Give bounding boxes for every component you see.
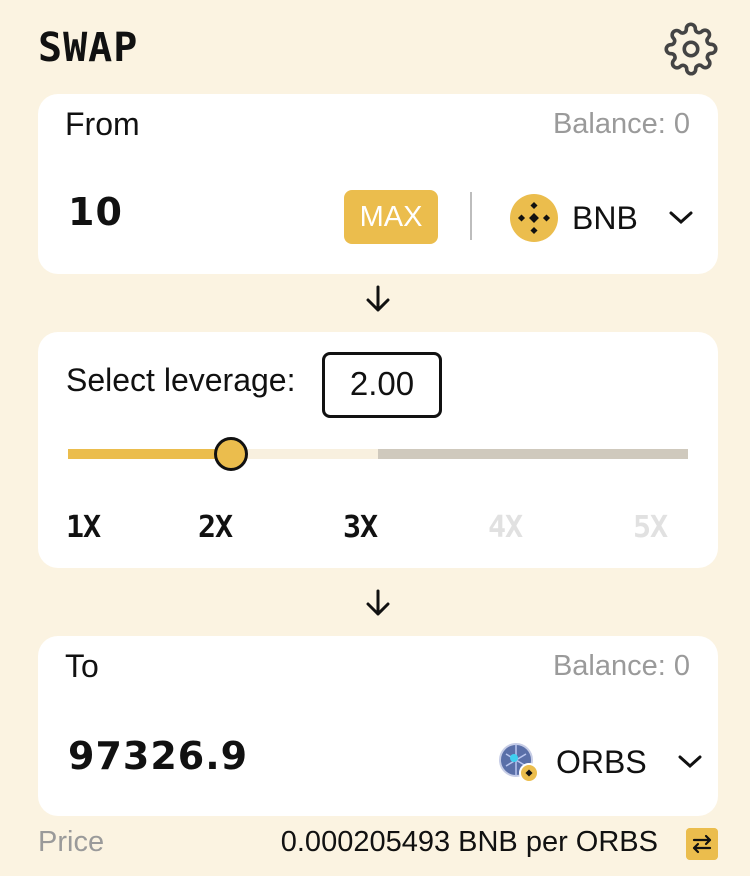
tick-5x: 5X (633, 510, 668, 545)
leverage-value-input[interactable]: 2.00 (322, 352, 442, 418)
to-token-selector[interactable]: ORBS (494, 734, 703, 790)
max-button[interactable]: MAX (344, 190, 438, 244)
from-card: From Balance: 0 MAX BNB (38, 94, 718, 274)
from-label: From (65, 106, 140, 142)
from-balance: Balance: 0 (552, 108, 690, 140)
to-token-symbol: ORBS (556, 743, 647, 780)
to-label: To (65, 648, 99, 684)
swap-arrows-icon[interactable] (686, 828, 718, 860)
to-card: To Balance: 0 97326.9 ORBS (38, 636, 718, 816)
tick-1x[interactable]: 1X (66, 510, 101, 545)
from-amount-input[interactable] (68, 190, 328, 234)
leverage-slider-thumb[interactable] (214, 437, 248, 471)
tick-2x[interactable]: 2X (198, 510, 233, 545)
tick-3x[interactable]: 3X (343, 510, 378, 545)
slider-track-disabled (378, 449, 688, 459)
price-label: Price (38, 826, 105, 858)
chevron-down-icon (669, 211, 693, 225)
tick-4x: 4X (488, 510, 523, 545)
arrow-down-icon (366, 589, 390, 616)
from-token-selector[interactable]: BNB (510, 190, 694, 246)
from-token-symbol: BNB (572, 199, 638, 236)
page-title: SWAP (38, 25, 139, 71)
to-amount: 97326.9 (68, 734, 249, 778)
orbs-logo-icon (499, 743, 539, 783)
slider-track-filled[interactable] (68, 449, 232, 459)
leverage-card: Select leverage: 2.00 1X 2X 3X 4X 5X (38, 332, 718, 568)
gear-icon[interactable] (664, 22, 718, 76)
leverage-label: Select leverage: (66, 362, 296, 398)
price-value: 0.000205493 BNB per ORBS (280, 826, 658, 858)
divider (470, 192, 472, 240)
to-balance: Balance: 0 (552, 650, 690, 682)
slider-track-available[interactable] (232, 449, 378, 459)
chevron-down-icon (678, 755, 702, 769)
bnb-logo-icon (510, 194, 558, 242)
arrow-down-icon (366, 285, 390, 312)
